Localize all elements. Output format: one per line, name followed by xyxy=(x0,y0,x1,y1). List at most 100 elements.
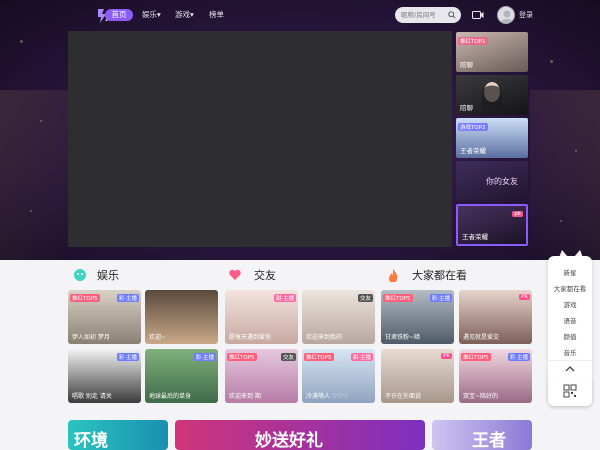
sparkle xyxy=(550,60,553,63)
anchor-badge: 彩·主播 xyxy=(116,294,139,302)
anchor-badge: 彩·主播 xyxy=(429,294,452,302)
user-icon xyxy=(500,10,514,23)
featured-room[interactable]: 推红TOP1 陪聊 xyxy=(456,32,528,72)
float-item-newstar[interactable]: 新星 xyxy=(548,267,592,277)
featured-room[interactable]: 游戏TOP2 王者荣耀 xyxy=(456,118,528,158)
float-item-beauty[interactable]: 颜值 xyxy=(548,331,592,341)
promo-banner[interactable]: 王者 xyxy=(432,420,532,450)
featured-room-active[interactable]: pk 王者荣耀 xyxy=(456,204,528,246)
live-card[interactable]: 彩·主播 地球最后的单身 xyxy=(145,349,218,403)
featured-room[interactable]: 陪聊 xyxy=(456,75,528,115)
live-player[interactable] xyxy=(68,31,452,247)
qr-code-button[interactable] xyxy=(548,378,592,406)
chevron-up-icon xyxy=(565,366,575,372)
anchor-badge: 彩·主播 xyxy=(116,353,139,361)
qr-code-icon xyxy=(563,384,577,398)
live-card[interactable]: PK 遇见就是爱交 xyxy=(459,290,532,344)
live-card[interactable]: 甜·主播 愿每天遇到爱你 xyxy=(225,290,298,344)
search-icon[interactable] xyxy=(448,11,456,19)
banner-title: 妙送好礼 xyxy=(255,431,323,450)
live-card[interactable]: 欢迎~ xyxy=(145,290,218,344)
section-title-everyone-watching[interactable]: 大家都在看 xyxy=(412,268,467,284)
float-item-music[interactable]: 音乐 xyxy=(548,347,592,357)
heart-icon xyxy=(229,269,241,280)
sparkle xyxy=(30,210,32,212)
card-title: 地球最后的单身 xyxy=(149,393,192,400)
room-name: 陪聊 xyxy=(460,104,473,112)
nav-home[interactable]: 首页 xyxy=(105,9,133,21)
anchor-badge: 甜·主播 xyxy=(273,294,296,302)
card-title: 欢迎来到 期 xyxy=(229,393,261,400)
promo-banner[interactable]: 环境 xyxy=(68,420,168,450)
live-card[interactable]: 推红TOP5 彩·主播 双宝~陪好的 xyxy=(459,349,532,403)
search-box xyxy=(395,7,461,23)
live-card[interactable]: PK 不许在外面说 xyxy=(381,349,454,403)
room-type-badge: 交友 xyxy=(280,353,296,361)
rank-badge: 推红TOP5 xyxy=(70,294,100,302)
featured-room-list: 推红TOP1 陪聊 陪聊 游戏TOP2 王者荣耀 你的女友 pk 王者荣耀 xyxy=(456,32,530,247)
nav-game-label: 游戏 xyxy=(175,10,190,19)
search-input[interactable] xyxy=(401,9,447,21)
live-card[interactable]: 交友 欢迎来到我的 xyxy=(302,290,375,344)
live-card[interactable]: 推红TOP5 彩·主播 伊人如初 梦月 xyxy=(68,290,141,344)
video-icon[interactable] xyxy=(472,10,484,20)
room-name: 你的女友 xyxy=(486,177,518,186)
pk-badge: PK xyxy=(519,294,530,300)
nav-entertainment-label: 娱乐 xyxy=(142,10,157,19)
nav-game[interactable]: 游戏▾ xyxy=(175,9,194,21)
room-name: 王者荣耀 xyxy=(460,147,486,155)
card-title: 双宝~陪好的 xyxy=(463,393,499,400)
chevron-down-icon: ▾ xyxy=(157,10,161,19)
rank-badge: 推红TOP1 xyxy=(458,37,488,45)
room-name: 王者荣耀 xyxy=(462,233,488,241)
section-title-friends[interactable]: 交友 xyxy=(254,268,276,284)
room-type-badge: 交友 xyxy=(357,294,373,302)
float-item-everyone-watching[interactable]: 大家都在看 xyxy=(548,283,592,293)
card-title: 不许在外面说 xyxy=(385,393,422,400)
rank-badge: 推红TOP5 xyxy=(383,294,413,302)
float-item-game[interactable]: 游戏 xyxy=(548,299,592,309)
sparkle xyxy=(40,120,42,122)
back-to-top-button[interactable] xyxy=(548,360,592,376)
anchor-badge: 甜·主播 xyxy=(350,353,373,361)
sparkle xyxy=(575,150,577,152)
flame-icon xyxy=(389,269,398,282)
card-title: 遇见就是爱交 xyxy=(463,334,500,341)
card-title: 伊人如初 梦月 xyxy=(72,334,110,341)
promo-banner[interactable]: 妙送好礼 xyxy=(175,420,425,450)
card-title: 欢迎来到我的 xyxy=(306,334,343,341)
section-title-entertainment[interactable]: 娱乐 xyxy=(97,268,119,284)
card-title: 欢迎~ xyxy=(149,334,167,341)
stage-light-right xyxy=(530,90,600,260)
featured-room[interactable]: 你的女友 xyxy=(456,161,528,201)
card-title: 唱歌 别走 请关 xyxy=(72,393,112,400)
anchor-badge: 彩·主播 xyxy=(507,353,530,361)
banner-title: 环境 xyxy=(74,431,108,450)
streamer-portrait xyxy=(482,82,502,109)
rank-badge: 游戏TOP2 xyxy=(458,123,488,131)
rank-badge: pk xyxy=(512,211,523,217)
nav-entertainment[interactable]: 娱乐▾ xyxy=(142,9,161,21)
chat-bubble-icon xyxy=(74,269,86,281)
card-title: 愿每天遇到爱你 xyxy=(229,334,272,341)
avatar[interactable] xyxy=(497,6,515,24)
sparkle xyxy=(560,220,562,222)
live-card[interactable]: 推红TOP5 彩·主播 甘肃铁粉~暗 xyxy=(381,290,454,344)
sparkle xyxy=(20,40,23,43)
login-link[interactable]: 登录 xyxy=(519,10,533,20)
chevron-down-icon: ▾ xyxy=(190,10,194,19)
live-card[interactable]: 推红TOP5 交友 欢迎来到 期 xyxy=(225,349,298,403)
float-item-voice[interactable]: 语音 xyxy=(548,315,592,325)
top-nav: 秀 首页 娱乐▾ 游戏▾ 榜单 登录 xyxy=(0,0,600,30)
card-title: 甘肃铁粉~暗 xyxy=(385,334,421,341)
room-name: 陪聊 xyxy=(460,61,473,69)
rank-badge: 推红TOP5 xyxy=(227,353,257,361)
rank-badge: 推红TOP5 xyxy=(304,353,334,361)
card-title: 冷漠萌人 ♡♡♡ xyxy=(306,393,349,400)
rank-badge: 推红TOP5 xyxy=(461,353,491,361)
nav-rank[interactable]: 榜单 xyxy=(209,9,224,21)
live-card[interactable]: 推红TOP5 甜·主播 冷漠萌人 ♡♡♡ xyxy=(302,349,375,403)
banner-title: 王者 xyxy=(472,431,506,450)
live-card[interactable]: 彩·主播 唱歌 别走 请关 xyxy=(68,349,141,403)
stage-light-left xyxy=(0,90,70,260)
